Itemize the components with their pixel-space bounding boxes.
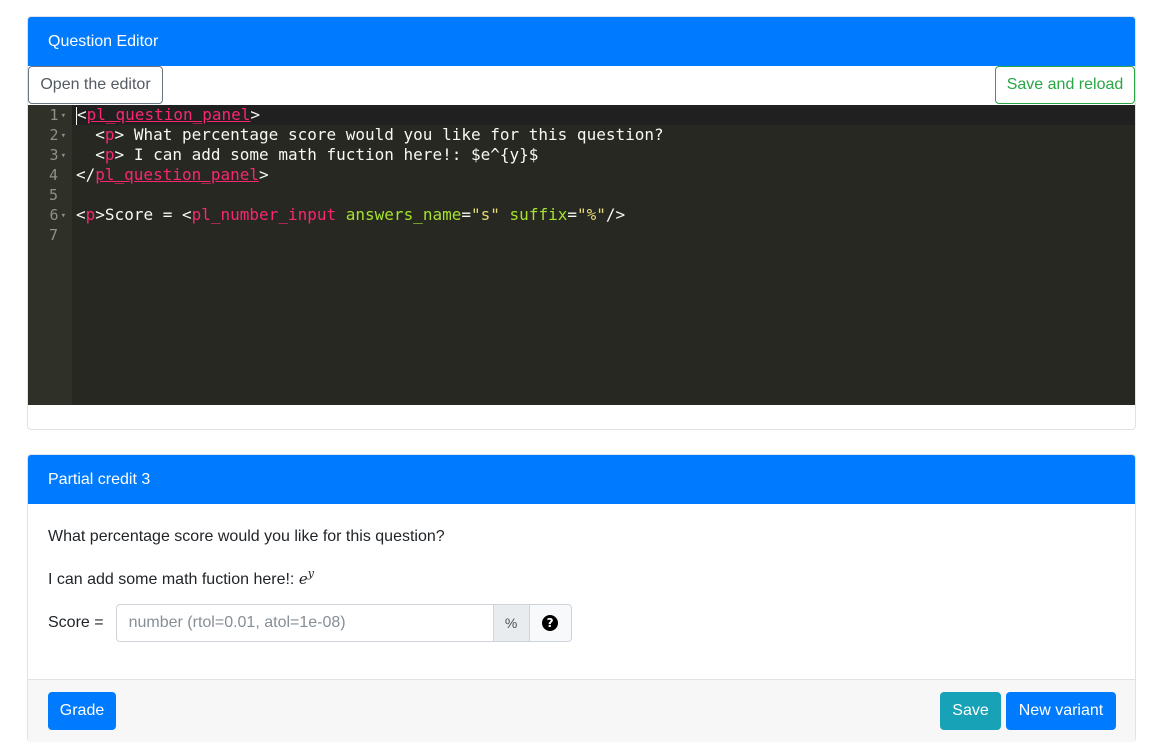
question-card: Partial credit 3 What percentage score w… (27, 454, 1136, 742)
line-number: 4 (48, 166, 58, 184)
line-number: 7 (48, 226, 58, 244)
fold-arrow-icon[interactable]: ▾ (61, 211, 66, 221)
line-number: 3 ▾ (49, 146, 66, 164)
score-row: Score = % ? (48, 604, 572, 642)
line-number: 2 ▾ (49, 126, 66, 144)
fold-arrow-icon[interactable]: ▾ (61, 111, 66, 121)
question-circle-icon[interactable]: ? (542, 615, 559, 631)
score-input-group: % ? (115, 604, 572, 642)
code-line: <pl_question_panel> (76, 105, 261, 125)
line-number: 1 ▾ (49, 106, 66, 124)
grade-button[interactable]: Grade (48, 692, 116, 730)
score-input[interactable] (115, 604, 494, 642)
math-expression: ey (298, 567, 314, 588)
editor-toolbar: Open the editor Save and reload (28, 66, 1135, 105)
question-card-header: Partial credit 3 (28, 455, 1135, 504)
code-line: </pl_question_panel> (76, 165, 269, 184)
code-editor[interactable]: 1 ▾ 2 ▾ 3 ▾ 4 5 6 ▾ 7 <pl_question_panel> <p… (28, 105, 1135, 405)
editor-gutter: 1 ▾ 2 ▾ 3 ▾ 4 5 6 ▾ 7 (28, 105, 72, 405)
question-editor-card: Question Editor Open the editor Save and… (27, 16, 1136, 430)
fold-arrow-icon[interactable]: ▾ (61, 151, 66, 161)
percent-suffix: % (493, 604, 530, 642)
line-number: 5 (48, 186, 58, 204)
question-card-footer: Grade Save New variant (28, 679, 1135, 742)
save-and-reload-button[interactable]: Save and reload (995, 66, 1135, 104)
question-text: What percentage score would you like for… (48, 528, 445, 545)
new-variant-button[interactable]: New variant (1006, 692, 1116, 730)
editor-card-header: Question Editor (28, 17, 1135, 66)
code-content[interactable]: <pl_question_panel> <p> What percentage … (76, 105, 664, 245)
fold-arrow-icon[interactable]: ▾ (61, 131, 66, 141)
score-label: Score = (48, 614, 104, 631)
question-math-text: I can add some math fuction here!: ey (48, 567, 314, 588)
code-line: <p> I can add some math fuction here!: $… (95, 145, 539, 164)
open-editor-button[interactable]: Open the editor (28, 66, 163, 104)
save-button[interactable]: Save (940, 692, 1001, 730)
line-number: 6 ▾ (49, 206, 66, 224)
code-line: <p>Score = <pl_number_input answers_name… (76, 205, 626, 224)
help-button[interactable]: ? (529, 604, 572, 642)
code-line: <p> What percentage score would you like… (95, 125, 664, 144)
